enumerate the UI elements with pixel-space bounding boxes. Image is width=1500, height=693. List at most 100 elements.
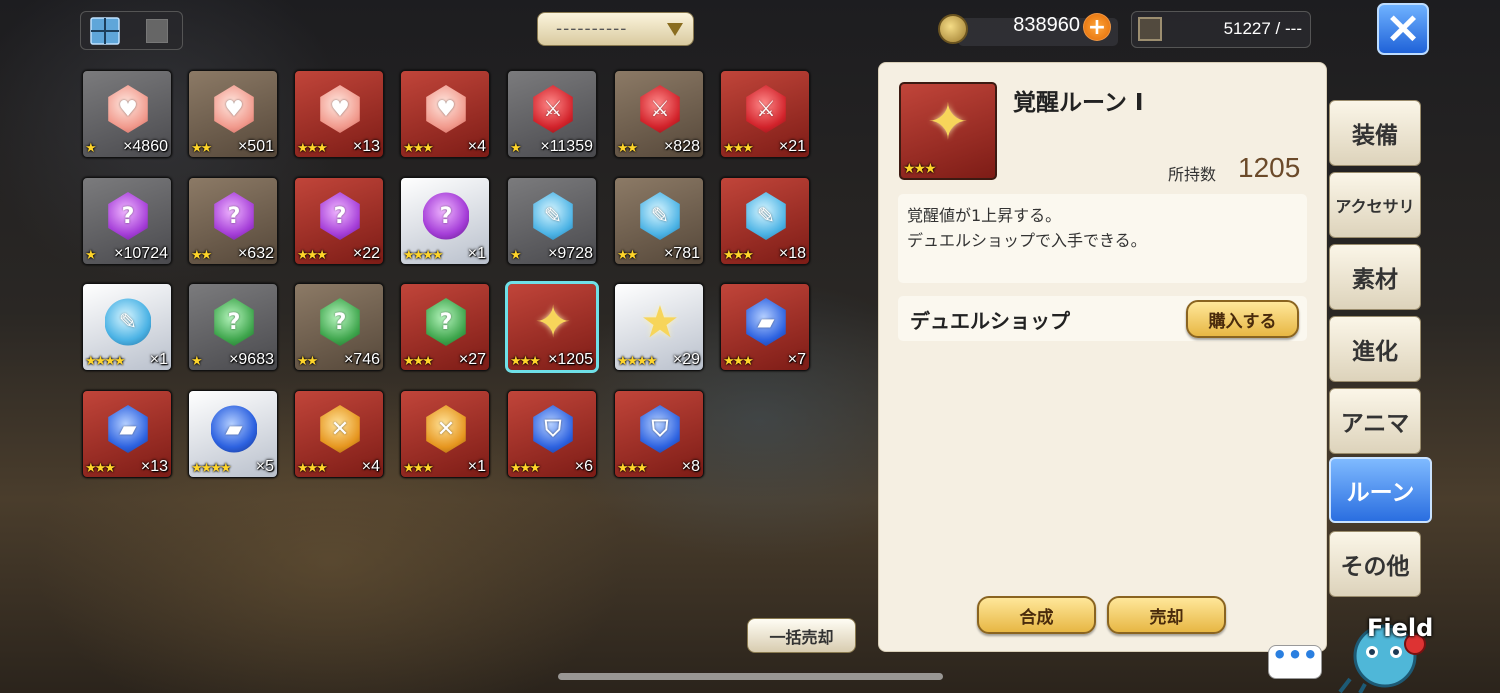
grid-view-icon[interactable] — [90, 17, 120, 45]
rarity-stars: ★★★ — [297, 461, 328, 476]
bulk-sell-button[interactable]: 一括売却 — [747, 618, 856, 653]
tab-6[interactable]: ルーン — [1329, 457, 1432, 523]
item-count: ×501 — [237, 138, 274, 155]
buy-button[interactable]: 購入する — [1186, 300, 1299, 338]
tab-1[interactable]: 装備 — [1329, 100, 1421, 166]
rune-symbol: ⛉ — [651, 416, 669, 442]
gold-amount: 838960 — [1013, 14, 1080, 36]
item-slot[interactable]: ♥ ★ ×4860 — [82, 70, 172, 158]
leaf-rune-icon: ? — [426, 298, 466, 346]
item-slot[interactable]: ♥ ★★★ ×13 — [294, 70, 384, 158]
heart-rune-icon: ♥ — [214, 85, 254, 133]
item-slot[interactable]: ★ ★★★★ ×29 — [614, 283, 704, 371]
tab-7[interactable]: その他 — [1329, 531, 1421, 597]
description-line: 覚醒値が1上昇する。 — [907, 206, 1062, 225]
item-count: ×22 — [352, 245, 380, 262]
rune-symbol: ? — [227, 203, 241, 229]
item-slot[interactable]: ♥ ★★★ ×4 — [400, 70, 490, 158]
rune-symbol: ? — [439, 203, 453, 229]
tab-3[interactable]: 素材 — [1329, 244, 1421, 310]
rarity-stars: ★★★ — [85, 461, 116, 476]
tab-2[interactable]: アクセサリ — [1329, 172, 1421, 238]
item-count: ×4 — [361, 458, 380, 475]
item-count: ×27 — [458, 351, 486, 368]
item-slot[interactable]: ✦ ★★★ ×1205 — [505, 281, 599, 373]
sword-rune-icon: ⚔ — [640, 85, 680, 133]
item-count: ×13 — [140, 458, 168, 475]
item-slot[interactable]: ✎ ★★ ×781 — [614, 177, 704, 265]
tab-5[interactable]: アニマ — [1329, 388, 1421, 454]
field-label: Field — [1367, 614, 1434, 642]
item-slot[interactable]: ? ★★ ×746 — [294, 283, 384, 371]
book-rune-icon: ▰ — [211, 405, 257, 453]
item-slot[interactable]: ⚔ ★★ ×828 — [614, 70, 704, 158]
sword-rune-icon: ⚔ — [533, 85, 573, 133]
description-line: デュエルショップで入手できる。 — [907, 231, 1147, 250]
item-count: ×1 — [467, 245, 486, 262]
item-count: ×4 — [467, 138, 486, 155]
item-slot[interactable]: ⛉ ★★★ ×8 — [614, 390, 704, 478]
rarity-stars: ★★ — [191, 248, 212, 263]
rune-symbol: ✕ — [330, 416, 350, 442]
rune-symbol: ▰ — [225, 416, 243, 442]
magic-rune-icon: ? — [214, 192, 254, 240]
item-slot[interactable]: ? ★ ×9683 — [188, 283, 278, 371]
add-gold-button[interactable]: + — [1083, 13, 1111, 41]
book-rune-icon: ⛉ — [640, 405, 680, 453]
rune-symbol: ♥ — [330, 96, 350, 122]
sort-dropdown[interactable]: ---------- — [537, 12, 694, 46]
item-slot[interactable]: ▰ ★★★ ×7 — [720, 283, 810, 371]
item-slot[interactable]: ▰ ★★★★ ×5 — [188, 390, 278, 478]
rarity-stars: ★★★★ — [403, 248, 444, 263]
rune-symbol: ✕ — [436, 416, 456, 442]
item-slot[interactable]: ? ★★ ×632 — [188, 177, 278, 265]
star-rune-icon: ★ — [637, 297, 683, 348]
rarity-stars: ★★★ — [297, 141, 328, 156]
sell-button[interactable]: 売却 — [1107, 596, 1226, 634]
item-slot[interactable]: ⚔ ★ ×11359 — [507, 70, 597, 158]
list-view-icon[interactable] — [146, 19, 168, 43]
rarity-stars: ★★★ — [403, 141, 434, 156]
home-indicator — [558, 673, 943, 680]
rarity-stars: ★★ — [191, 141, 212, 156]
item-count: ×6 — [574, 458, 593, 475]
heart-rune-icon: ♥ — [320, 85, 360, 133]
cross-rune-icon: ✕ — [426, 405, 466, 453]
rune-symbol: ♥ — [436, 96, 456, 122]
item-slot[interactable]: ✎ ★★★ ×18 — [720, 177, 810, 265]
feather-rune-icon: ✎ — [746, 192, 786, 240]
item-slot[interactable]: ⚔ ★★★ ×21 — [720, 70, 810, 158]
heart-rune-icon: ♥ — [108, 85, 148, 133]
tab-4[interactable]: 進化 — [1329, 316, 1421, 382]
rune-symbol: ✎ — [756, 203, 776, 229]
chevron-down-icon — [667, 23, 683, 36]
item-slot[interactable]: ? ★★★ ×27 — [400, 283, 490, 371]
item-slot[interactable]: ? ★★★★ ×1 — [400, 177, 490, 265]
gold-coin-icon — [938, 14, 968, 44]
rune-symbol: ? — [333, 309, 347, 335]
item-slot[interactable]: ✎ ★★★★ ×1 — [82, 283, 172, 371]
close-button[interactable]: × — [1377, 3, 1429, 55]
rarity-stars: ★ — [85, 141, 97, 156]
feather-rune-icon: ✎ — [105, 298, 151, 346]
item-count: ×828 — [663, 138, 700, 155]
item-slot[interactable]: ✕ ★★★ ×4 — [294, 390, 384, 478]
item-slot[interactable]: ⛉ ★★★ ×6 — [507, 390, 597, 478]
item-slot[interactable]: ? ★★★ ×22 — [294, 177, 384, 265]
item-slot[interactable]: ✎ ★ ×9728 — [507, 177, 597, 265]
rune-symbol: ✎ — [543, 203, 563, 229]
item-count: ×21 — [778, 138, 806, 155]
item-slot[interactable]: ? ★ ×10724 — [82, 177, 172, 265]
item-slot[interactable]: ♥ ★★ ×501 — [188, 70, 278, 158]
magic-rune-icon: ? — [108, 192, 148, 240]
combine-button[interactable]: 合成 — [977, 596, 1096, 634]
chat-button[interactable]: ••• — [1268, 643, 1322, 679]
rune-symbol: ✦ — [534, 296, 572, 348]
item-slot[interactable]: ▰ ★★★ ×13 — [82, 390, 172, 478]
rune-symbol: ? — [227, 309, 241, 335]
rarity-stars: ★★★★ — [191, 461, 232, 476]
item-slot[interactable]: ✕ ★★★ ×1 — [400, 390, 490, 478]
rune-symbol: ▰ — [119, 416, 137, 442]
item-count: ×9683 — [229, 351, 274, 368]
storage-icon — [1138, 17, 1162, 41]
